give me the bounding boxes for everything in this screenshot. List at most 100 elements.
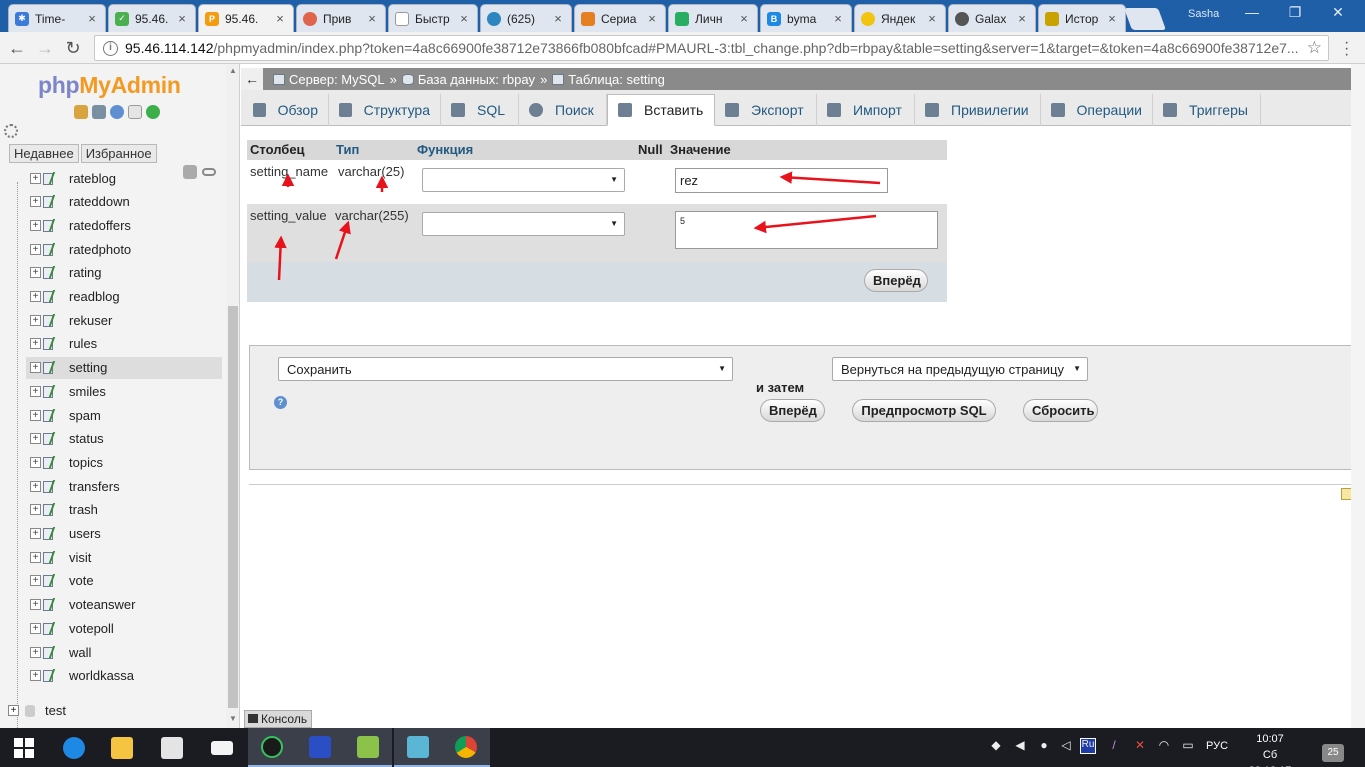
sidebar-item-topics[interactable]: + topics: [26, 451, 222, 473]
browser-tab[interactable]: ✱ Time- ×: [8, 4, 106, 32]
table-icon[interactable]: [43, 385, 61, 398]
console-button[interactable]: Консоль: [244, 710, 313, 728]
sidebar-item-users[interactable]: + users: [26, 523, 222, 545]
browser-tab[interactable]: Galax ×: [948, 4, 1036, 32]
mail-button[interactable]: [198, 728, 246, 767]
recent-tables-button[interactable]: Недавнее: [9, 144, 79, 163]
sidebar-scrollbar[interactable]: ▲ ▼: [226, 64, 239, 728]
sidebar-item-status[interactable]: + status: [26, 428, 222, 450]
browser-tab[interactable]: Яндек ×: [854, 4, 946, 32]
table-icon[interactable]: [43, 456, 61, 469]
expand-icon[interactable]: +: [30, 456, 41, 468]
browser-tab[interactable]: Сериа ×: [574, 4, 666, 32]
table-icon[interactable]: [43, 551, 61, 564]
sidebar-item-votepoll[interactable]: + votepoll: [26, 617, 222, 639]
table-icon[interactable]: [43, 219, 61, 232]
save-app-button[interactable]: [296, 728, 344, 767]
scroll-up-icon[interactable]: ▲: [228, 66, 238, 76]
address-bar[interactable]: i 95.46.114.142/phpmyadmin/index.php?tok…: [94, 35, 1329, 61]
toggle-navigation-icon[interactable]: ←: [241, 68, 263, 90]
expand-icon[interactable]: +: [30, 670, 41, 682]
wifi-icon[interactable]: ◠: [1156, 738, 1172, 754]
sidebar-item-rating[interactable]: + rating: [26, 262, 222, 284]
sidebar-item-trash[interactable]: + trash: [26, 499, 222, 521]
sidebar-item-rateddown[interactable]: + rateddown: [26, 191, 222, 213]
input-language[interactable]: РУС: [1206, 740, 1228, 752]
sidebar-item-visit[interactable]: + visit: [26, 546, 222, 568]
documentation-icon[interactable]: [128, 105, 142, 119]
expand-icon[interactable]: +: [8, 705, 19, 716]
expand-icon[interactable]: +: [30, 243, 41, 255]
tray-moon-icon[interactable]: ●: [1036, 738, 1052, 754]
close-icon[interactable]: ×: [551, 11, 565, 26]
close-icon[interactable]: ×: [831, 11, 845, 26]
tab-structure[interactable]: Структура: [329, 94, 441, 126]
back-arrow-icon[interactable]: ←: [6, 37, 28, 59]
table-icon[interactable]: [43, 598, 61, 612]
edge-button[interactable]: [50, 728, 98, 767]
table-icon[interactable]: [43, 622, 61, 635]
close-icon[interactable]: ×: [925, 11, 939, 26]
browser-tab[interactable]: Прив ×: [296, 4, 386, 32]
tab-export[interactable]: Экспорт: [715, 94, 817, 126]
expand-icon[interactable]: +: [30, 267, 41, 279]
battery-icon[interactable]: ▭: [1180, 738, 1196, 754]
table-icon[interactable]: [43, 314, 61, 327]
table-icon[interactable]: [43, 646, 61, 659]
table-icon[interactable]: [43, 361, 61, 375]
sidebar-item-wall[interactable]: + wall: [26, 641, 222, 663]
sidebar-item-spam[interactable]: + spam: [26, 404, 222, 426]
expand-icon[interactable]: +: [30, 196, 41, 208]
scroll-down-icon[interactable]: ▼: [228, 714, 238, 724]
notepad-button[interactable]: [344, 728, 392, 767]
expand-icon[interactable]: +: [30, 480, 41, 492]
keyboard-layout-icon[interactable]: Ru: [1080, 738, 1096, 754]
value-textarea[interactable]: 5: [675, 211, 938, 249]
restore-icon[interactable]: ❐: [1275, 4, 1315, 24]
sidebar-item-worldkassa[interactable]: + worldkassa: [26, 665, 222, 687]
expand-icon[interactable]: +: [30, 385, 41, 397]
go-button[interactable]: Вперёд: [760, 399, 825, 422]
close-icon[interactable]: ×: [273, 11, 287, 26]
sidebar-item-ratedoffers[interactable]: + ratedoffers: [26, 214, 222, 236]
expand-icon[interactable]: +: [30, 362, 41, 374]
expand-icon[interactable]: +: [30, 291, 41, 302]
app-button[interactable]: [394, 728, 442, 767]
explorer-button[interactable]: [98, 728, 146, 767]
close-icon[interactable]: ×: [175, 11, 189, 26]
header-function[interactable]: Функция: [417, 142, 473, 157]
tab-browse[interactable]: Обзор: [243, 94, 329, 126]
profile-name[interactable]: Sasha: [1188, 8, 1219, 20]
table-icon[interactable]: [43, 266, 61, 280]
favorite-tables-button[interactable]: Избранное: [80, 144, 157, 163]
table-icon[interactable]: [43, 669, 61, 683]
minimize-icon[interactable]: —: [1232, 4, 1272, 24]
browser-menu-icon[interactable]: · · ·: [1344, 35, 1349, 63]
sidebar-item-rekuser[interactable]: + rekuser: [26, 309, 222, 331]
bookmark-star-icon[interactable]: ☆: [1307, 38, 1322, 58]
reset-button[interactable]: Сбросить: [1023, 399, 1098, 422]
tray-app-icon[interactable]: ◆: [988, 738, 1004, 754]
expand-icon[interactable]: +: [30, 433, 41, 445]
go-button[interactable]: Вперёд: [864, 269, 928, 292]
value-input[interactable]: rez: [675, 168, 888, 193]
close-icon[interactable]: ×: [365, 11, 379, 26]
table-icon[interactable]: [43, 503, 61, 517]
expand-icon[interactable]: +: [30, 646, 41, 658]
expand-icon[interactable]: +: [30, 551, 41, 563]
expand-icon[interactable]: +: [30, 409, 41, 421]
phpmyadmin-logo[interactable]: phpMyAdmin: [38, 72, 181, 99]
tab-sql[interactable]: SQL: [441, 94, 519, 126]
breadcrumb-database[interactable]: База данных: rbpay: [418, 72, 535, 87]
function-select[interactable]: [422, 168, 625, 192]
table-icon[interactable]: [43, 432, 61, 446]
expand-icon[interactable]: +: [30, 314, 41, 326]
new-tab-button[interactable]: [1123, 8, 1167, 30]
volume-icon[interactable]: ◀: [1012, 738, 1028, 754]
browser-tab[interactable]: Личн ×: [668, 4, 758, 32]
tray-pen-icon[interactable]: /: [1106, 738, 1122, 754]
help-icon[interactable]: [110, 105, 124, 119]
logout-icon[interactable]: [92, 105, 106, 119]
notification-center-icon[interactable]: 25: [1322, 744, 1344, 762]
sidebar-item-smiles[interactable]: + smiles: [26, 380, 222, 402]
